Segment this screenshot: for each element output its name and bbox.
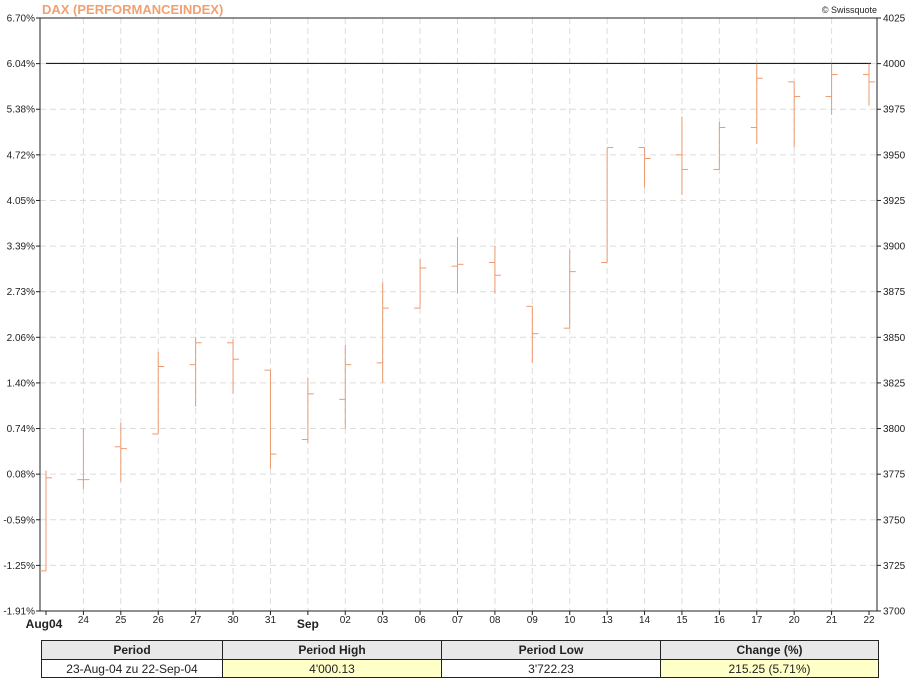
plot-frame (39, 17, 878, 612)
summary-header-row: Period Period High Period Low Change (%) (41, 640, 879, 660)
x-tick-label: 07 (452, 615, 464, 626)
summary-value-row: 23-Aug-04 zu 22-Sep-04 4'000.13 3'722.23… (41, 659, 879, 678)
x-tick-label: 26 (153, 615, 165, 626)
summary-table: Period Period High Period Low Change (%)… (41, 640, 879, 678)
y-tick-label-right: 4000 (883, 59, 906, 70)
x-tick-label: 02 (340, 615, 352, 626)
x-tick-label: 16 (714, 615, 726, 626)
x-tick-label: Aug04 (26, 617, 63, 631)
y-tick-label-right: 3775 (883, 470, 906, 481)
y-tick-label-right: 3975 (883, 105, 906, 116)
y-tick-label-left: -0.59% (3, 515, 35, 526)
y-tick-label-left: 2.73% (7, 287, 35, 298)
header-period: Period (41, 640, 223, 660)
y-tick-label-left: 2.06% (7, 333, 35, 344)
x-tick-label: 13 (602, 615, 614, 626)
x-tick-label: 22 (863, 615, 875, 626)
value-period: 23-Aug-04 zu 22-Sep-04 (41, 659, 223, 678)
y-tick-label-right: 3900 (883, 242, 906, 253)
x-tick-label: Sep (297, 617, 319, 631)
y-tick-label-right: 3700 (883, 607, 906, 618)
y-tick-label-left: 4.72% (7, 150, 35, 161)
x-tick-label: 31 (265, 615, 277, 626)
y-tick-label-right: 3750 (883, 515, 906, 526)
header-period-low: Period Low (441, 640, 661, 660)
x-tick-label: 09 (527, 615, 539, 626)
y-tick-label-right: 3825 (883, 378, 906, 389)
x-tick-label: 21 (826, 615, 838, 626)
y-tick-label-left: 4.05% (7, 196, 35, 207)
x-tick-label: 17 (751, 615, 763, 626)
y-tick-label-right: 3850 (883, 333, 906, 344)
x-tick-label: 30 (227, 615, 239, 626)
value-change: 215.25 (5.71%) (660, 659, 879, 678)
y-tick-label-left: 3.39% (7, 242, 35, 253)
y-tick-label-right: 3925 (883, 196, 906, 207)
y-tick-label-right: 3725 (883, 561, 906, 572)
y-tick-label-right: 4025 (883, 14, 906, 25)
x-tick-label: 27 (190, 615, 202, 626)
x-tick-label: 20 (789, 615, 801, 626)
value-period-low: 3'722.23 (441, 659, 661, 678)
y-tick-label-right: 3800 (883, 424, 906, 435)
y-tick-label-left: 1.40% (7, 378, 35, 389)
x-tick-label: 03 (377, 615, 389, 626)
x-tick-label: 14 (639, 615, 651, 626)
x-tick-label: 15 (676, 615, 688, 626)
ohlc-chart: 6.70% 4025 6.04% 4000 5.38% 3975 4.72% 3950 4.05… (3, 14, 906, 632)
y-tick-label-left: 0.74% (7, 424, 35, 435)
y-tick-label-left: 6.04% (7, 59, 35, 70)
x-tick-label: 10 (564, 615, 576, 626)
x-tick-label: 08 (489, 615, 501, 626)
y-tick-label-left: 6.70% (7, 14, 35, 25)
x-tick-label: 24 (78, 615, 90, 626)
value-period-high: 4'000.13 (222, 659, 442, 678)
y-tick-label-right: 3875 (883, 287, 906, 298)
y-tick-label-left: -1.25% (3, 561, 35, 572)
y-tick-label-right: 3950 (883, 150, 906, 161)
y-tick-label-left: 5.38% (7, 105, 35, 116)
y-tick-label-left: -1.91% (3, 607, 35, 618)
x-tick-label: 06 (415, 615, 427, 626)
header-period-high: Period High (222, 640, 442, 660)
y-tick-label-left: 0.08% (7, 470, 35, 481)
x-tick-label: 25 (115, 615, 127, 626)
header-change: Change (%) (660, 640, 879, 660)
